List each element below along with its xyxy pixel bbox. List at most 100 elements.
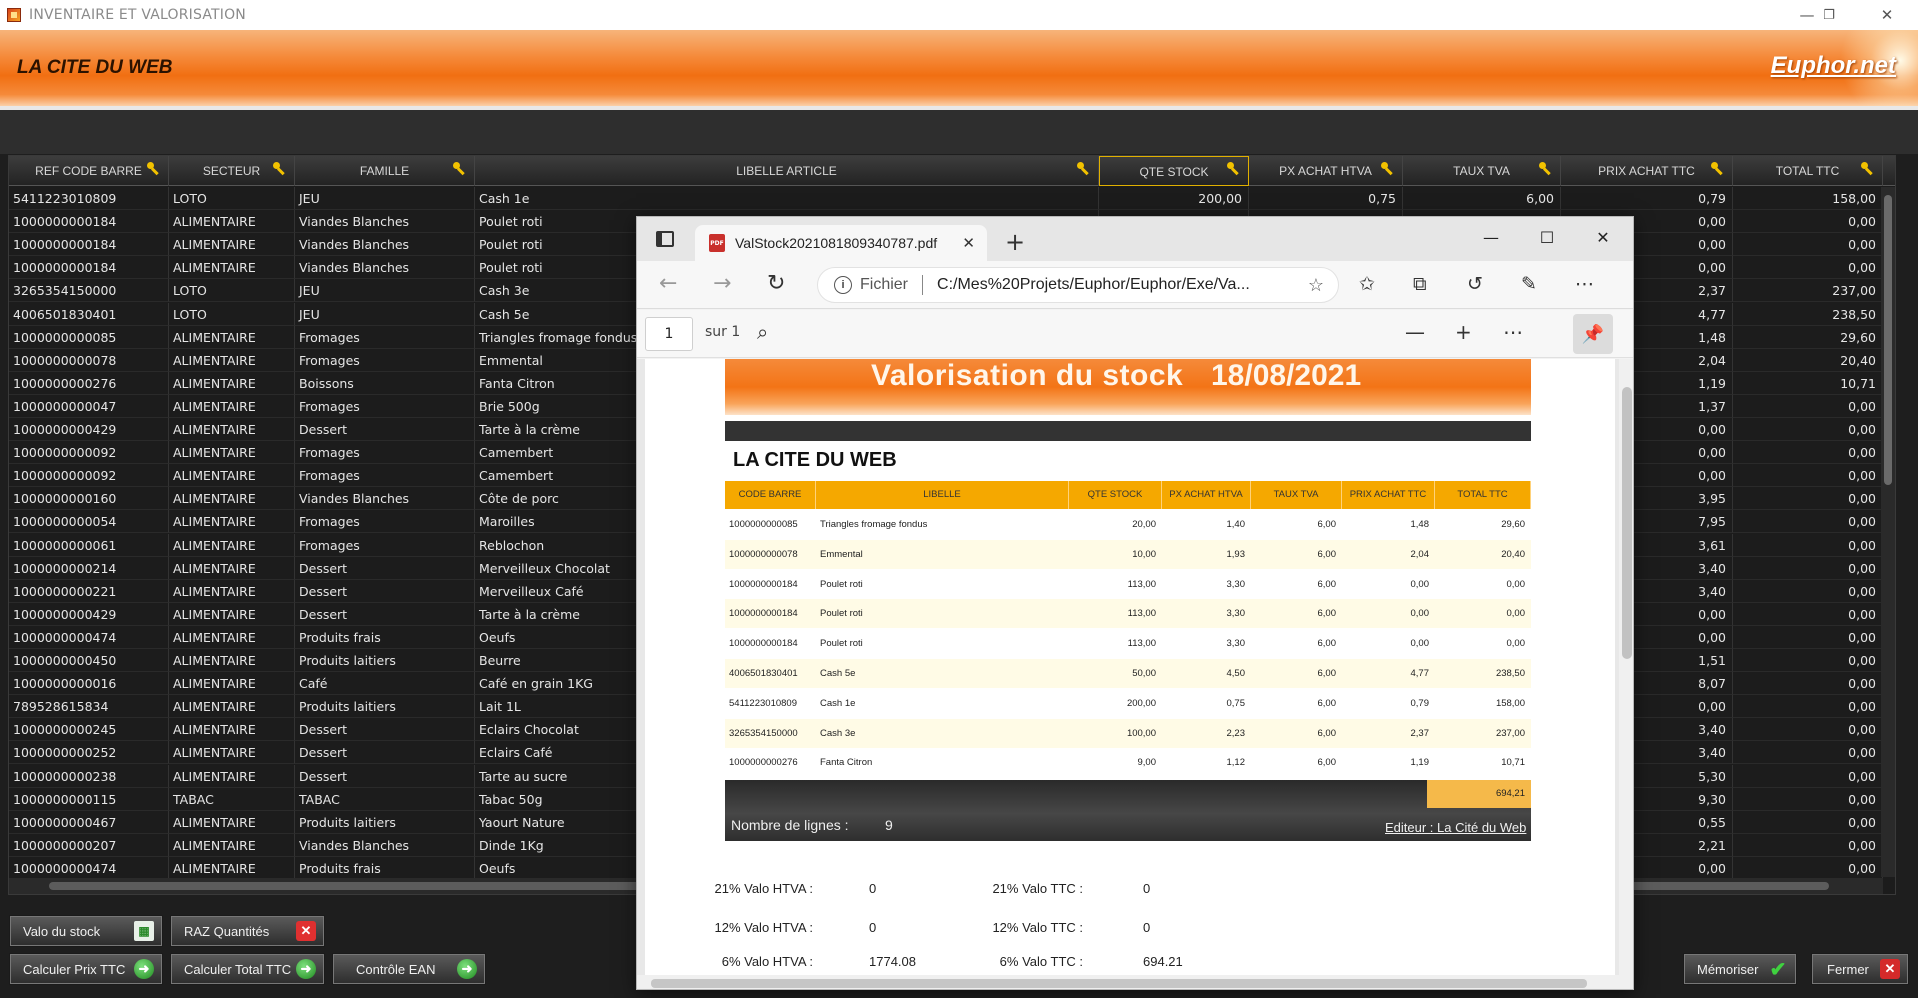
- table-cell[interactable]: 1000000000207: [9, 833, 169, 857]
- table-cell[interactable]: 0,00: [1733, 533, 1883, 557]
- table-cell[interactable]: TABAC: [295, 787, 475, 811]
- tab-actions-icon[interactable]: [656, 231, 674, 247]
- table-cell[interactable]: 0,00: [1733, 856, 1883, 880]
- table-cell[interactable]: 1000000000184: [9, 233, 169, 257]
- table-cell[interactable]: Produits frais: [295, 625, 475, 649]
- table-cell[interactable]: 0,00: [1733, 602, 1883, 626]
- table-cell[interactable]: 0,00: [1733, 256, 1883, 280]
- table-cell[interactable]: 1000000000078: [9, 348, 169, 372]
- table-cell[interactable]: ALIMENTAIRE: [169, 510, 295, 534]
- history-icon[interactable]: ↺: [1467, 273, 1483, 295]
- raz-quantites-button[interactable]: RAZ Quantités ✕: [171, 916, 324, 946]
- table-cell[interactable]: JEU: [295, 187, 475, 210]
- table-cell[interactable]: ALIMENTAIRE: [169, 672, 295, 696]
- table-cell[interactable]: 1000000000160: [9, 487, 169, 511]
- table-cell[interactable]: 1000000000450: [9, 649, 169, 672]
- table-cell[interactable]: LOTO: [169, 302, 295, 326]
- sort-key-icon[interactable]: [1077, 162, 1091, 176]
- table-cell[interactable]: 1000000000085: [9, 325, 169, 349]
- table-cell[interactable]: Dessert: [295, 741, 475, 765]
- column-header[interactable]: PRIX ACHAT TTC: [1561, 156, 1733, 186]
- table-cell[interactable]: 0,00: [1733, 556, 1883, 580]
- extensions-icon[interactable]: ✎: [1521, 273, 1537, 295]
- table-cell[interactable]: Viandes Blanches: [295, 233, 475, 257]
- table-cell[interactable]: Fromages: [295, 394, 475, 418]
- table-cell[interactable]: ALIMENTAIRE: [169, 556, 295, 580]
- table-cell[interactable]: ALIMENTAIRE: [169, 348, 295, 372]
- table-cell[interactable]: 29,60: [1733, 325, 1883, 349]
- column-header[interactable]: TAUX TVA: [1403, 156, 1561, 186]
- table-cell[interactable]: Viandes Blanches: [295, 833, 475, 857]
- table-cell[interactable]: Dessert: [295, 418, 475, 441]
- controle-ean-button[interactable]: Contrôle EAN ➜: [333, 954, 485, 984]
- table-cell[interactable]: 0,00: [1733, 464, 1883, 488]
- table-cell[interactable]: Fromages: [295, 533, 475, 557]
- pdf-maximize-button[interactable]: ☐: [1519, 221, 1575, 253]
- table-cell[interactable]: Fromages: [295, 441, 475, 465]
- table-cell[interactable]: Café: [295, 672, 475, 696]
- table-cell[interactable]: 4006501830401: [9, 302, 169, 326]
- table-cell[interactable]: ALIMENTAIRE: [169, 579, 295, 603]
- table-cell[interactable]: ALIMENTAIRE: [169, 602, 295, 626]
- table-cell[interactable]: 1000000000467: [9, 810, 169, 834]
- table-cell[interactable]: Dessert: [295, 718, 475, 742]
- table-cell[interactable]: Fromages: [295, 325, 475, 349]
- brand-link[interactable]: Euphor.net: [1771, 52, 1896, 80]
- table-cell[interactable]: ALIMENTAIRE: [169, 764, 295, 788]
- info-icon[interactable]: i: [834, 276, 852, 294]
- table-cell[interactable]: Dessert: [295, 602, 475, 626]
- sort-key-icon[interactable]: [1861, 162, 1875, 176]
- close-button[interactable]: ✕: [1863, 0, 1911, 30]
- column-header[interactable]: PX ACHAT HTVA: [1249, 156, 1403, 186]
- sort-key-icon[interactable]: [1381, 162, 1395, 176]
- table-cell[interactable]: 5411223010809: [9, 187, 169, 210]
- sort-key-icon[interactable]: [1711, 162, 1725, 176]
- table-cell[interactable]: 1000000000474: [9, 625, 169, 649]
- sort-key-icon[interactable]: [273, 162, 287, 176]
- table-cell[interactable]: 1000000000184: [9, 256, 169, 280]
- table-cell[interactable]: Viandes Blanches: [295, 487, 475, 511]
- table-cell[interactable]: 1000000000474: [9, 856, 169, 880]
- table-cell[interactable]: 6,00: [1403, 187, 1561, 210]
- table-cell[interactable]: ALIMENTAIRE: [169, 533, 295, 557]
- pdf-horizontal-scrollbar[interactable]: [637, 975, 1619, 989]
- table-cell[interactable]: ALIMENTAIRE: [169, 441, 295, 465]
- table-cell[interactable]: 1000000000054: [9, 510, 169, 534]
- table-cell[interactable]: 0,00: [1733, 810, 1883, 834]
- add-favorite-icon[interactable]: ☆: [1308, 275, 1324, 296]
- tab-close-icon[interactable]: ✕: [962, 234, 975, 252]
- table-cell[interactable]: LOTO: [169, 279, 295, 303]
- table-cell[interactable]: ALIMENTAIRE: [169, 810, 295, 834]
- table-cell[interactable]: Dessert: [295, 764, 475, 788]
- new-tab-icon[interactable]: +: [1005, 228, 1025, 256]
- table-cell[interactable]: ALIMENTAIRE: [169, 487, 295, 511]
- table-cell[interactable]: 0,00: [1733, 695, 1883, 719]
- table-cell[interactable]: 1000000000245: [9, 718, 169, 742]
- table-cell[interactable]: ALIMENTAIRE: [169, 856, 295, 880]
- sort-key-icon[interactable]: [1227, 162, 1241, 176]
- table-cell[interactable]: Produits frais: [295, 856, 475, 880]
- favorites-icon[interactable]: ✩: [1359, 273, 1375, 295]
- pin-toolbar-icon[interactable]: 📌: [1573, 314, 1613, 354]
- table-cell[interactable]: ALIMENTAIRE: [169, 741, 295, 765]
- table-cell[interactable]: 200,00: [1099, 187, 1249, 210]
- table-cell[interactable]: Dessert: [295, 556, 475, 580]
- table-cell[interactable]: 158,00: [1733, 187, 1883, 210]
- zoom-in-icon[interactable]: +: [1455, 320, 1472, 344]
- table-cell[interactable]: 1000000000092: [9, 464, 169, 488]
- table-cell[interactable]: 238,50: [1733, 302, 1883, 326]
- table-cell[interactable]: 0,00: [1733, 649, 1883, 672]
- url-input[interactable]: i Fichier C:/Mes%20Projets/Euphor/Euphor…: [817, 267, 1339, 303]
- table-cell[interactable]: 1000000000092: [9, 441, 169, 465]
- column-header[interactable]: LIBELLE ARTICLE: [475, 156, 1099, 186]
- table-cell[interactable]: Produits laitiers: [295, 649, 475, 672]
- grid-vscroll-thumb[interactable]: [1884, 195, 1892, 485]
- table-cell[interactable]: ALIMENTAIRE: [169, 464, 295, 488]
- fermer-button[interactable]: Fermer ✕: [1812, 954, 1908, 984]
- pdf-viewer-window[interactable]: PDF ValStock2021081809340787.pdf ✕ + — ☐…: [636, 216, 1634, 990]
- column-header[interactable]: REF CODE BARRE: [9, 156, 169, 186]
- sort-key-icon[interactable]: [147, 162, 161, 176]
- table-cell[interactable]: Fromages: [295, 348, 475, 372]
- table-cell[interactable]: JEU: [295, 302, 475, 326]
- pdf-content-area[interactable]: Valorisation du stock 18/08/2021 LA CITE…: [637, 359, 1633, 989]
